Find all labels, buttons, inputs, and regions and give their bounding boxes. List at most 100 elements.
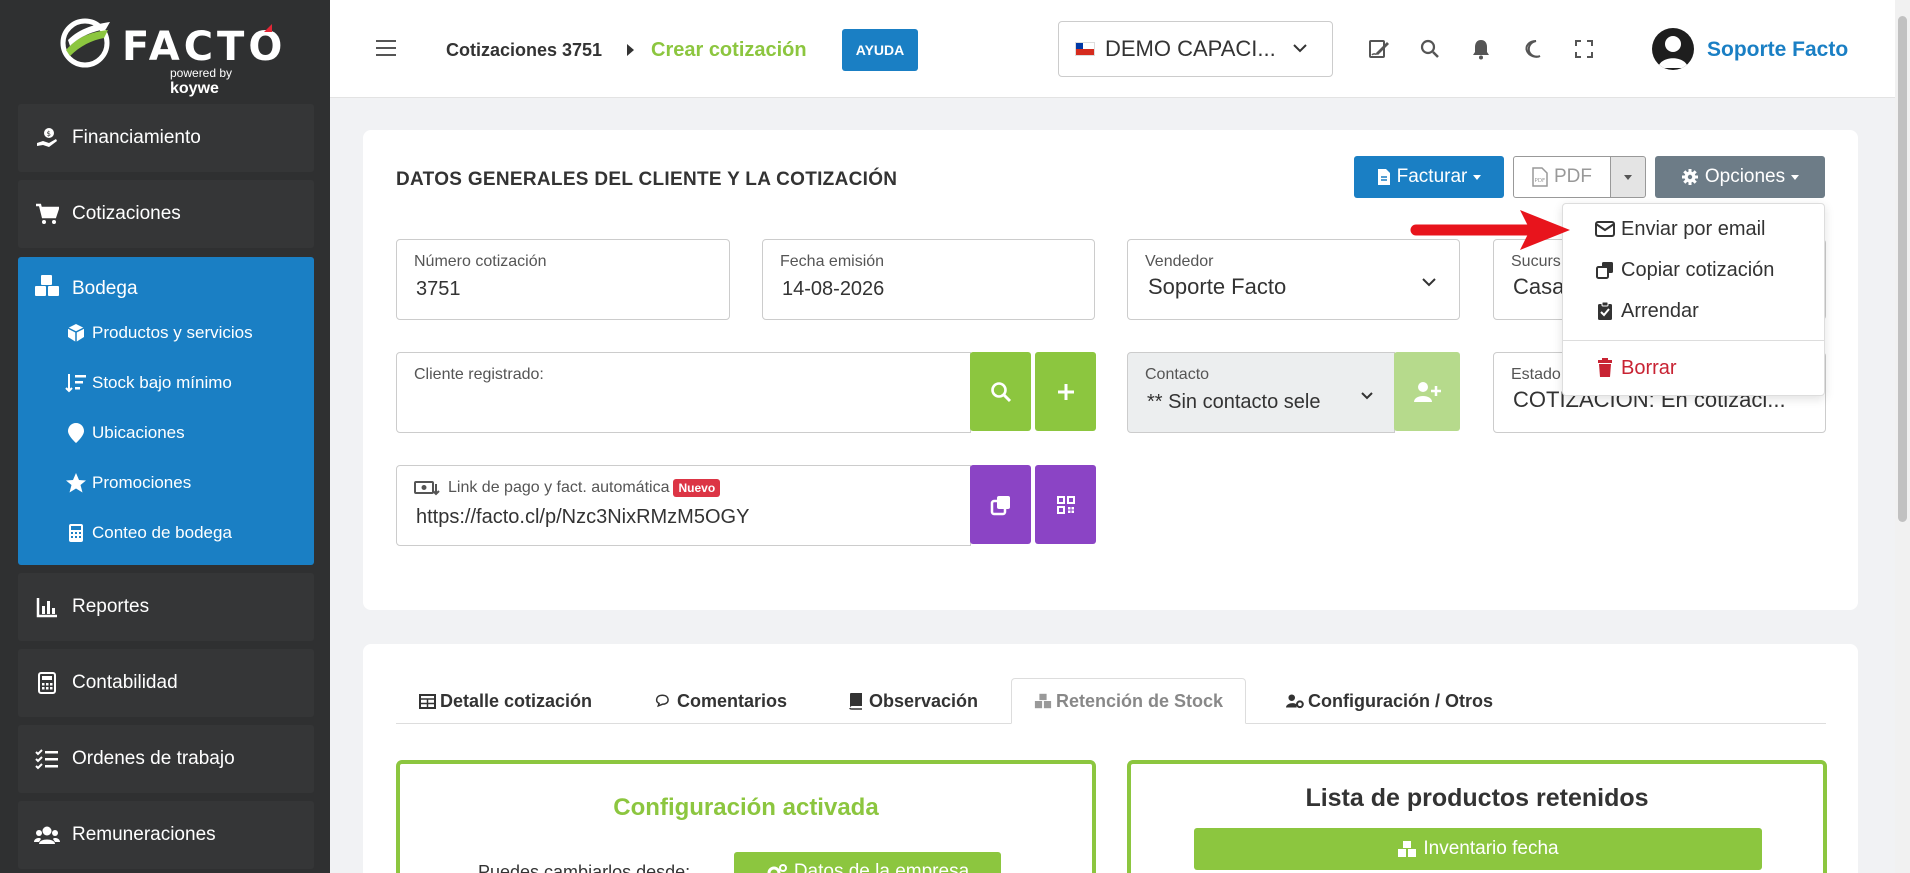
- add-contact-button[interactable]: [1394, 352, 1460, 431]
- sidebar: FACTO powered by koywe $ Financiamiento …: [0, 0, 330, 873]
- boxes-icon: [1034, 692, 1052, 710]
- menu-item-label: Borrar: [1621, 356, 1677, 379]
- pdf-label: PDF: [1554, 166, 1592, 187]
- facturar-button[interactable]: Facturar: [1354, 156, 1504, 198]
- clipboard-check-icon: [1595, 301, 1615, 321]
- config-text: Puedes cambiarlos desde:: [478, 862, 691, 873]
- tab-detalle[interactable]: Detalle cotización: [418, 678, 592, 724]
- cart-icon: [34, 201, 60, 227]
- menu-item-delete[interactable]: Borrar: [1595, 353, 1677, 383]
- menu-item-rent[interactable]: Arrendar: [1595, 296, 1699, 326]
- pdf-button[interactable]: PDF PDF: [1513, 156, 1611, 198]
- sidebar-subitem-conteo[interactable]: Conteo de bodega: [64, 515, 232, 551]
- menu-item-copy-quote[interactable]: Copiar cotización: [1595, 255, 1774, 285]
- copy-icon: [990, 495, 1010, 515]
- field-value: Casa: [1513, 274, 1565, 299]
- new-badge: Nuevo: [673, 479, 721, 497]
- signature-icon[interactable]: [1366, 36, 1392, 62]
- plus-icon: [1057, 383, 1074, 400]
- chevron-down-icon: [1421, 274, 1437, 292]
- calculator-icon: [34, 670, 60, 696]
- page-scrollbar[interactable]: [1895, 0, 1910, 873]
- opciones-button[interactable]: Opciones: [1655, 156, 1825, 198]
- sidebar-item-cotizaciones[interactable]: Cotizaciones: [18, 180, 314, 248]
- boxes-icon: [34, 274, 60, 304]
- fecha-emision-field[interactable]: Fecha emisión 14-08-2026: [762, 239, 1095, 320]
- tab-configuracion[interactable]: Configuración / Otros: [1286, 678, 1493, 724]
- bell-icon[interactable]: [1468, 36, 1494, 62]
- facto-logo[interactable]: FACTO powered by koywe: [58, 14, 282, 97]
- sidebar-item-bodega[interactable]: Bodega: [18, 257, 314, 321]
- cliente-registrado-field[interactable]: Cliente registrado:: [396, 352, 971, 433]
- sidebar-item-financiamiento[interactable]: $ Financiamiento: [18, 104, 314, 172]
- gears-icon: [766, 863, 788, 873]
- menu-item-send-email[interactable]: Enviar por email: [1595, 214, 1766, 244]
- cube-icon: [64, 321, 88, 345]
- fullscreen-icon[interactable]: [1571, 36, 1597, 62]
- sidebar-subitem-label: Ubicaciones: [92, 423, 185, 442]
- contacto-select[interactable]: Contacto ** Sin contacto sele: [1127, 352, 1395, 433]
- help-button[interactable]: AYUDA: [842, 29, 918, 71]
- menu-item-label: Copiar cotización: [1621, 258, 1775, 281]
- breadcrumb-current: Crear cotización: [651, 39, 807, 61]
- sidebar-subitem-label: Stock bajo mínimo: [92, 373, 232, 392]
- sidebar-item-remuneraciones[interactable]: Remuneraciones: [18, 801, 314, 869]
- users-icon: [34, 822, 60, 848]
- moon-icon[interactable]: [1520, 36, 1546, 62]
- file-pdf-icon: PDF: [1532, 167, 1548, 187]
- tab-retencion-stock[interactable]: Retención de Stock: [1011, 678, 1247, 724]
- company-selector[interactable]: DEMO CAPACI...: [1058, 21, 1333, 77]
- avatar[interactable]: [1652, 28, 1694, 70]
- sidebar-subitem-stock[interactable]: Stock bajo mínimo: [64, 365, 232, 401]
- logo-accent-icon: [264, 24, 272, 32]
- tab-comentarios[interactable]: Comentarios: [655, 678, 787, 724]
- hand-money-icon: $: [34, 125, 60, 151]
- payment-link-field[interactable]: Link de pago y fact. automática Nuevo ht…: [396, 465, 971, 546]
- sidebar-item-reportes[interactable]: Reportes: [18, 573, 314, 641]
- calculator-small-icon: [64, 521, 88, 545]
- svg-text:PDF: PDF: [1535, 178, 1546, 184]
- payment-link-label: Link de pago y fact. automática Nuevo: [414, 479, 721, 497]
- sidebar-subitem-label: Promociones: [92, 473, 192, 492]
- config-activated-panel: Configuración activada Puedes cambiarlos…: [396, 760, 1096, 873]
- field-label: Link de pago y fact. automática: [448, 479, 670, 496]
- star-icon: [64, 471, 88, 495]
- sidebar-item-ordenes[interactable]: Ordenes de trabajo: [18, 725, 314, 793]
- breadcrumb-parent[interactable]: Cotizaciones 3751: [446, 40, 602, 61]
- hamburger-menu-icon[interactable]: [376, 40, 396, 56]
- user-gear-icon: [1286, 692, 1304, 710]
- svg-text:$: $: [47, 130, 51, 138]
- add-client-button[interactable]: [1035, 352, 1096, 431]
- sidebar-item-contabilidad[interactable]: Contabilidad: [18, 649, 314, 717]
- user-name[interactable]: Soporte Facto: [1707, 38, 1848, 62]
- copy-icon: [1595, 260, 1615, 280]
- search-icon: [990, 381, 1011, 402]
- config-title: Configuración activada: [613, 794, 879, 821]
- chevron-down-icon: [1360, 387, 1374, 405]
- sort-amount-down-icon: [64, 371, 88, 395]
- table-icon: [418, 692, 436, 710]
- copy-link-button[interactable]: [970, 465, 1031, 544]
- caret-right-icon: [627, 44, 634, 56]
- search-icon[interactable]: [1417, 36, 1443, 62]
- field-label: Número cotización: [414, 253, 547, 270]
- brand-powered-text: powered: [170, 66, 217, 80]
- numero-cotizacion-field[interactable]: Número cotización 3751: [396, 239, 730, 320]
- chart-icon: [34, 594, 60, 620]
- qr-code-button[interactable]: [1035, 465, 1096, 544]
- pdf-dropdown-toggle[interactable]: [1610, 156, 1646, 198]
- tab-observacion[interactable]: Observación: [847, 678, 978, 724]
- sidebar-subitem-ubicaciones[interactable]: Ubicaciones: [64, 415, 185, 451]
- company-data-button[interactable]: Datos de la empresa: [734, 852, 1001, 873]
- sidebar-subitem-promociones[interactable]: Promociones: [64, 465, 191, 501]
- map-marker-icon: [64, 421, 88, 445]
- scrollbar-thumb[interactable]: [1898, 16, 1907, 522]
- options-dropdown-menu: Enviar por email Copiar cotización Arren…: [1562, 203, 1825, 396]
- inventory-date-button[interactable]: Inventario fecha: [1194, 828, 1762, 870]
- sidebar-subitem-productos[interactable]: Productos y servicios: [64, 315, 253, 351]
- comments-icon: [655, 692, 673, 710]
- field-label: Fecha emisión: [780, 253, 885, 270]
- field-label: Vendedor: [1145, 253, 1214, 270]
- field-label: Contacto: [1145, 366, 1210, 383]
- search-client-button[interactable]: [970, 352, 1031, 431]
